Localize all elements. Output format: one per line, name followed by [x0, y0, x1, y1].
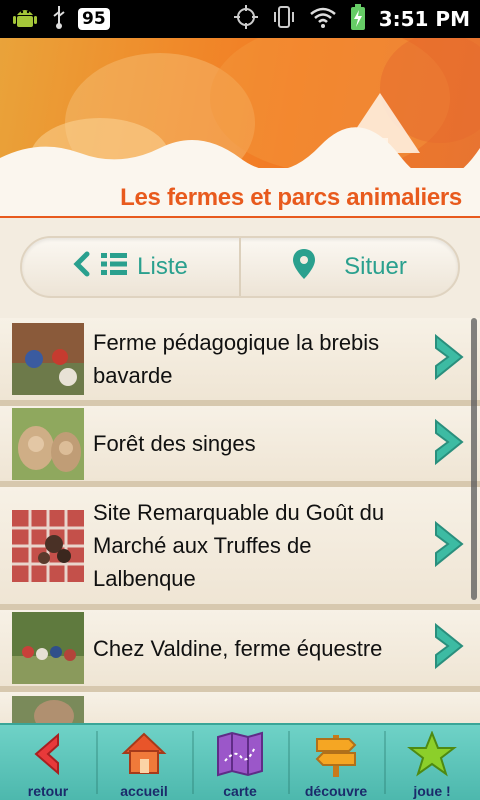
page-title: Les fermes et parcs animaliers — [120, 184, 462, 211]
header-banner: Les fermes et parcs animaliers — [0, 38, 480, 218]
nav-play-label: joue ! — [413, 783, 451, 799]
view-toggle: Liste Situer — [20, 236, 460, 298]
list-item[interactable]: Site Remarquable du Goût du Marché aux T… — [0, 487, 480, 610]
battery-level-badge: 95 — [78, 8, 110, 30]
chevron-left-icon — [28, 731, 68, 781]
wifi-icon — [309, 5, 337, 33]
list-item[interactable]: Chez Valdine, ferme équestre — [0, 610, 480, 692]
usb-icon — [50, 4, 68, 34]
nav-back-label: retour — [27, 783, 69, 799]
item-title: Site Remarquable du Goût du Marché aux T… — [93, 500, 385, 591]
chevron-right-icon — [432, 417, 466, 471]
chevron-left-icon — [73, 251, 91, 284]
home-icon — [120, 731, 168, 781]
list-view-label: Liste — [137, 253, 188, 280]
list-item[interactable]: Ferme pédagogique la brebis bavarde — [0, 318, 480, 406]
nav-home-button[interactable]: accueil — [96, 725, 192, 800]
map-view-label: Situer — [344, 253, 407, 280]
item-thumbnail — [12, 407, 84, 480]
chevron-right-icon — [432, 621, 466, 675]
nav-map-button[interactable]: carte — [192, 725, 288, 800]
gps-icon — [233, 4, 259, 34]
item-title: Forêt des singes — [93, 431, 256, 456]
map-view-button[interactable]: Situer — [239, 238, 458, 296]
android-icon — [10, 2, 40, 36]
list-scrollbar[interactable] — [471, 318, 477, 600]
app-screen: 95 3:51 PM Les fermes et parcs animalier… — [0, 0, 480, 800]
item-thumbnail — [12, 509, 84, 582]
nav-back-button[interactable]: retour — [0, 725, 96, 800]
list-view-button[interactable]: Liste — [22, 238, 239, 296]
item-title: Ferme pédagogique la brebis bavarde — [93, 330, 380, 388]
battery-charging-icon — [349, 3, 367, 35]
list-item[interactable]: Forêt des singes — [0, 406, 480, 487]
item-thumbnail — [12, 696, 84, 732]
item-thumbnail — [12, 323, 84, 395]
star-icon — [407, 730, 457, 781]
places-list: Ferme pédagogique la brebis bavarde Forê… — [0, 318, 480, 732]
clock-time: 3:51 PM — [378, 7, 470, 31]
vibrate-icon — [271, 4, 297, 34]
nav-home-label: accueil — [120, 783, 168, 799]
title-underline — [0, 216, 480, 218]
status-bar: 95 3:51 PM — [0, 0, 480, 38]
item-title: Chez Valdine, ferme équestre — [93, 635, 383, 661]
item-thumbnail — [12, 612, 84, 684]
nav-discover-button[interactable]: découvre — [288, 725, 384, 800]
bottom-nav: retour accueil carte découvre joue ! — [0, 723, 480, 800]
location-pin-icon — [292, 248, 316, 287]
chevron-right-icon — [432, 519, 466, 573]
nav-play-button[interactable]: joue ! — [384, 725, 480, 800]
nav-map-label: carte — [223, 783, 257, 799]
signpost-icon — [311, 731, 361, 781]
nav-discover-label: découvre — [304, 783, 368, 799]
map-icon — [215, 731, 265, 781]
list-icon — [101, 252, 128, 283]
chevron-right-icon — [432, 332, 466, 386]
